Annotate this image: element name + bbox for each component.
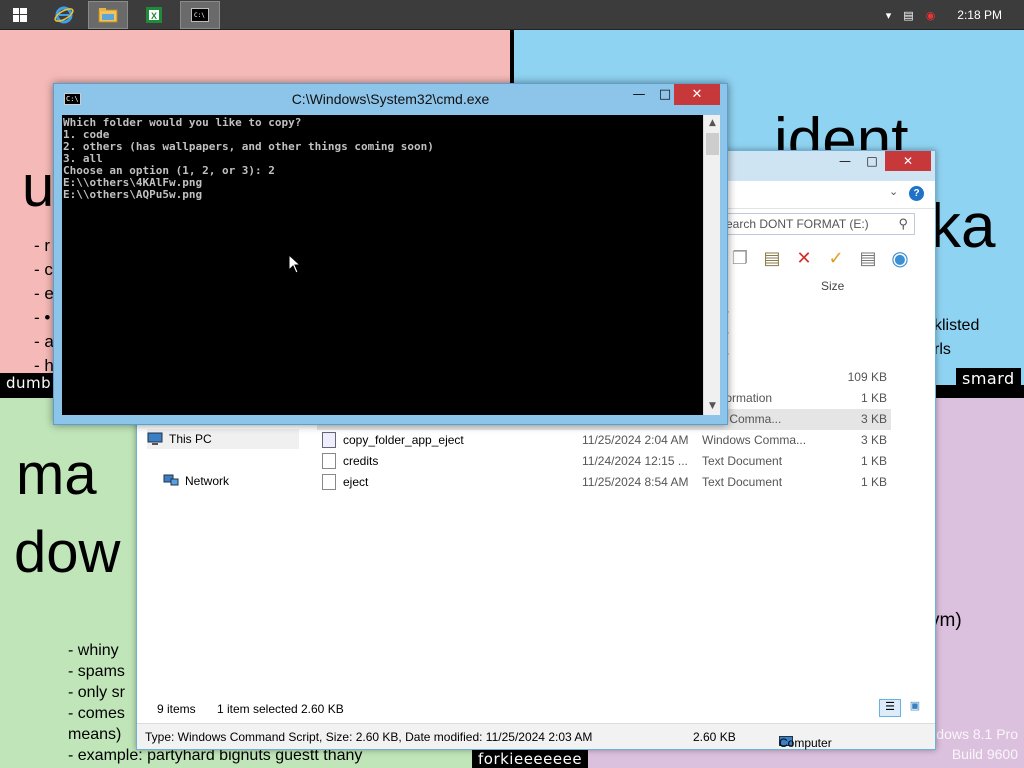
wallpaper-big-text: ka bbox=[930, 192, 996, 261]
wallpaper-label: smard bbox=[956, 368, 1021, 389]
system-tray: ▾ ▤ ◉ 2:18 PM bbox=[880, 0, 1024, 30]
file-row[interactable]: credits 11/24/2024 12:15 ... Text Docume… bbox=[317, 451, 891, 472]
file-row[interactable]: eject 11/25/2024 8:54 AM Text Document 1… bbox=[317, 472, 891, 493]
delete-icon[interactable]: ✕ bbox=[791, 246, 817, 270]
wallpaper-big-text: ma bbox=[16, 442, 97, 507]
rename-icon[interactable]: ✓ bbox=[823, 246, 849, 270]
minimize-button[interactable]: — bbox=[831, 151, 859, 171]
clock[interactable]: 2:18 PM bbox=[957, 8, 1002, 22]
item-count: 9 items bbox=[157, 702, 196, 716]
taskbar-command-prompt[interactable]: C:\ bbox=[180, 1, 220, 29]
selected-size: 2.60 KB bbox=[301, 702, 344, 716]
network-icon bbox=[163, 474, 179, 486]
text-file-icon bbox=[322, 474, 336, 490]
close-button[interactable]: ✕ bbox=[674, 84, 720, 105]
chevron-down-icon[interactable]: ⌄ bbox=[889, 185, 898, 198]
large-icons-view-button[interactable]: ▣ bbox=[905, 699, 925, 717]
paste-icon[interactable]: ▤ bbox=[759, 246, 785, 270]
scroll-up-icon[interactable]: ▲ bbox=[704, 115, 721, 132]
start-button[interactable] bbox=[0, 1, 40, 29]
shell-icon[interactable]: ◉ bbox=[887, 246, 913, 270]
volume-muted-icon[interactable]: ◉ bbox=[926, 9, 936, 22]
explorer-status-bar: 9 items 1 item selected 2.60 KB ☰ ▣ bbox=[137, 697, 935, 719]
cmd-window: C:\Windows\System32\cmd.exe C:\ — □ ✕ Wh… bbox=[53, 83, 728, 425]
ie-icon bbox=[54, 6, 74, 24]
scroll-thumb[interactable] bbox=[706, 133, 719, 155]
properties-icon[interactable]: ▤ bbox=[855, 246, 881, 270]
excel-icon: X bbox=[146, 7, 162, 23]
scroll-down-icon[interactable]: ▼ bbox=[704, 398, 721, 415]
cmd-window-title: C:\Windows\System32\cmd.exe bbox=[291, 91, 490, 107]
wallpaper-big-text: dow bbox=[14, 520, 121, 585]
vertical-scrollbar[interactable]: ▲ ▼ bbox=[703, 115, 720, 415]
nav-item-this-pc[interactable]: This PC bbox=[147, 429, 299, 449]
file-row[interactable]: copy_folder_app_eject 11/25/2024 2:04 AM… bbox=[317, 430, 891, 451]
folder-icon bbox=[98, 8, 118, 23]
selected-count: 1 item selected bbox=[217, 702, 298, 716]
text-file-icon bbox=[322, 453, 336, 469]
details-size: 2.60 KB bbox=[693, 730, 736, 744]
explorer-details-bar: Type: Windows Command Script, Size: 2.60… bbox=[137, 723, 935, 750]
windows-version-watermark: dows 8.1 Pro Build 9600 bbox=[936, 726, 1018, 762]
taskbar: X C:\ ▾ ▤ ◉ 2:18 PM bbox=[0, 0, 1024, 30]
mouse-cursor-icon bbox=[288, 254, 302, 274]
console-output[interactable]: Which folder would you like to copy? 1. c… bbox=[62, 115, 703, 415]
cmd-icon[interactable]: C:\ bbox=[64, 93, 81, 105]
computer-icon bbox=[147, 432, 163, 445]
column-header-size[interactable]: Size bbox=[821, 279, 844, 293]
taskbar-file-explorer[interactable] bbox=[88, 1, 128, 29]
wallpaper-label: dumb bbox=[0, 373, 58, 393]
explorer-toolbar: ❐ ▤ ✕ ✓ ▤ ◉ bbox=[727, 245, 913, 271]
details-info: Type: Windows Command Script, Size: 2.60… bbox=[145, 730, 593, 744]
script-file-icon bbox=[322, 432, 336, 448]
wallpaper-label: forkieeeeeee bbox=[472, 749, 589, 768]
taskbar-internet-explorer[interactable] bbox=[44, 1, 84, 29]
help-icon[interactable]: ? bbox=[909, 186, 924, 201]
nav-item-network[interactable]: Network bbox=[163, 471, 229, 491]
show-hidden-icons-button[interactable]: ▾ bbox=[886, 9, 892, 22]
cmd-icon: C:\ bbox=[191, 8, 209, 22]
svg-text:C:\: C:\ bbox=[194, 12, 205, 19]
close-button[interactable]: ✕ bbox=[885, 151, 931, 171]
search-icon[interactable]: ⚲ bbox=[898, 216, 908, 232]
copy-icon[interactable]: ❐ bbox=[727, 246, 753, 270]
wallpaper-bullets: - r - c - e - • - a - h bbox=[34, 236, 54, 375]
maximize-button[interactable]: □ bbox=[859, 151, 885, 171]
search-input[interactable]: earch DONT FORMAT (E:) ⚲ bbox=[719, 213, 915, 235]
minimize-button[interactable]: — bbox=[626, 84, 652, 105]
wallpaper-big-text: u bbox=[22, 154, 55, 219]
network-tray-icon[interactable]: ▤ bbox=[903, 9, 913, 22]
taskbar-excel[interactable]: X bbox=[134, 1, 174, 29]
windows-logo-icon bbox=[13, 8, 27, 22]
details-view-button[interactable]: ☰ bbox=[879, 699, 901, 717]
svg-text:X: X bbox=[151, 11, 157, 21]
